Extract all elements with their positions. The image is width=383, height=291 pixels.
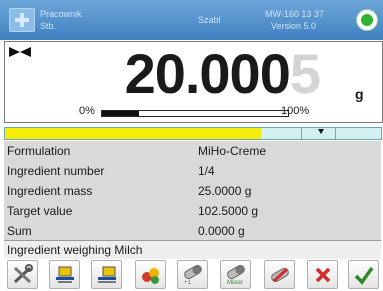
tools-button[interactable] — [7, 260, 38, 289]
capsule-skip-icon — [271, 267, 289, 283]
tolerance-mark-low — [301, 127, 302, 140]
info-value: 25.0000 g — [198, 184, 252, 198]
capsule-next-button[interactable]: +1 — [177, 260, 208, 289]
weight-unit: g — [355, 86, 364, 102]
info-row-ingredient-mass: Ingredient mass 25.0000 g — [4, 181, 381, 201]
level-ok-icon[interactable] — [356, 9, 378, 31]
header-version: Version 5.0 — [271, 21, 317, 31]
tare-scale-icon — [56, 266, 74, 283]
top-bar: Pracownik Stb. Szabl MW-160 13 37 Versio… — [0, 0, 383, 40]
target-progress-fill — [5, 128, 261, 139]
weighing-display: 20.0005 g 0% 100% — [4, 41, 383, 123]
formulation-info: Formulation MiHo-Creme Ingredient number… — [4, 141, 381, 241]
info-row-target-value: Target value 102.5000 g — [4, 201, 381, 221]
weight-value: 20.000 — [124, 42, 291, 105]
load-bar — [101, 110, 289, 117]
range-start-label: 0% — [79, 105, 95, 117]
target-progress-bar — [4, 127, 382, 140]
cancel-button[interactable] — [307, 260, 338, 289]
capsule-next-sub: +1 — [184, 280, 191, 286]
plus-icon[interactable] — [9, 8, 35, 32]
weight-last-digit: 5 — [289, 42, 321, 105]
tolerance-mark-high — [335, 127, 336, 140]
tools-icon — [13, 264, 33, 284]
tare-set-icon — [98, 266, 116, 283]
tare-scale-button[interactable] — [49, 260, 80, 289]
info-label: Ingredient number — [7, 164, 105, 178]
header-user-sub: Stb. — [40, 21, 57, 31]
confirm-icon — [354, 266, 374, 285]
info-value: 102.5000 g — [198, 204, 259, 218]
capsule-master-button[interactable]: Milser — [220, 260, 251, 289]
info-value: 0.0000 g — [198, 224, 245, 238]
capsule-master-icon — [227, 265, 245, 279]
capsule-master-sub: Milser — [227, 280, 243, 286]
ingredients-button[interactable] — [135, 260, 166, 289]
info-value: MiHo-Creme — [198, 144, 267, 158]
bottom-toolbar: +1 Milser — [4, 259, 381, 291]
info-label: Ingredient mass — [7, 184, 93, 198]
target-marker-icon — [318, 129, 324, 134]
weight-reading: 20.0005 — [124, 42, 321, 105]
range-end-label: 100% — [281, 105, 310, 117]
tare-set-button[interactable] — [91, 260, 122, 289]
ingredients-icon — [142, 268, 159, 284]
info-row-formulation: Formulation MiHo-Creme — [4, 141, 381, 161]
info-row-ingredient-number: Ingredient number 1/4 — [4, 161, 381, 181]
info-label: Sum — [7, 224, 32, 238]
cancel-icon — [315, 267, 331, 283]
info-row-sum: Sum 0.0000 g — [4, 221, 381, 241]
confirm-button[interactable] — [348, 260, 379, 289]
header-user: Pracownik — [40, 9, 82, 19]
status-line: Ingredient weighing Milch — [4, 240, 381, 259]
info-label: Formulation — [7, 144, 71, 158]
info-value: 1/4 — [198, 164, 215, 178]
capsule-icon — [184, 265, 202, 279]
info-label: Target value — [7, 204, 73, 218]
bowtie-icon — [9, 47, 31, 57]
capsule-skip-button[interactable] — [264, 260, 295, 289]
load-bar-fill — [102, 111, 140, 116]
header-device: MW-160 13 37 — [265, 9, 324, 19]
status-text: Ingredient weighing Milch — [7, 243, 143, 257]
header-mid-text: Szabl — [198, 15, 221, 25]
